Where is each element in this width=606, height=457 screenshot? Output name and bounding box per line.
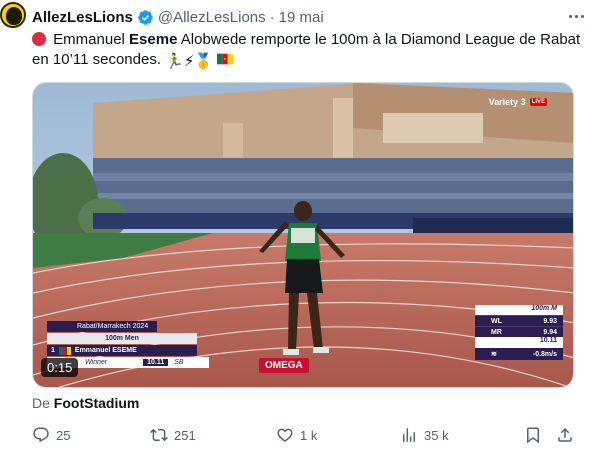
more-options-icon[interactable] (564, 8, 588, 24)
overlay-time: 10.11 (143, 359, 169, 366)
bookmark-icon (527, 427, 539, 444)
like-button[interactable]: 1 k (276, 426, 317, 444)
bookmark-button[interactable] (524, 426, 542, 444)
share-button[interactable] (556, 426, 574, 444)
sponsor-logo: OMEGA (259, 358, 309, 373)
overlay-record: SB (174, 359, 184, 366)
views-chart-icon (403, 428, 415, 442)
author-handle[interactable]: @AllezLesLions (158, 9, 266, 26)
tweet-date[interactable]: 19 mai (279, 9, 324, 26)
tweet-actions: 25 251 1 k 35 k (32, 426, 577, 446)
emoji-run-lightning-medal: 🏃‍♂️⚡🥇 (165, 53, 214, 70)
overlay-venue: Rabat/Marrakech 2024 (77, 323, 149, 330)
overlay-event: 100m Men (105, 335, 139, 342)
live-badge: LIVE (529, 98, 547, 106)
repost-count: 251 (174, 427, 196, 443)
views-count: 35 k (424, 427, 449, 443)
reply-button[interactable]: 25 (32, 426, 70, 444)
athlete-name-bold: Eseme (129, 31, 178, 48)
broadcaster-logo: Variety 3 LIVE (489, 97, 547, 107)
heart-icon (277, 428, 293, 442)
author-avatar[interactable] (0, 2, 26, 28)
broadcaster-name: Variety 3 (488, 97, 526, 107)
result-overlay-right: 100m M WL 9.93 MR 9.94 10.11 ≋ -0.8m/s (475, 305, 563, 360)
tweet-text: Emmanuel Eseme Alobwede remporte le 100m… (32, 31, 581, 70)
separator-dot: · (269, 8, 275, 26)
overlay-position: 1 (51, 347, 55, 354)
wind-icon: ≋ (491, 351, 497, 358)
overlay-right-wind: ≋ -0.8m/s (475, 348, 563, 360)
share-icon (558, 427, 572, 442)
source-link[interactable]: FootStadium (54, 395, 140, 411)
repost-button[interactable]: 251 (150, 426, 196, 444)
cameroon-flag-icon (58, 346, 71, 355)
overlay-status: Winner (85, 359, 108, 366)
overlay-right-row-mr: MR 9.94 (475, 326, 563, 337)
video-source: De FootStadium (32, 395, 140, 411)
verified-badge-icon (138, 9, 153, 25)
cameroon-flag-icon (217, 53, 234, 65)
views-button[interactable]: 35 k (400, 426, 449, 444)
reply-icon (33, 427, 49, 443)
red-circle-icon (32, 32, 46, 46)
overlay-right-result: 10.11 (475, 337, 563, 348)
video-timer: 0:15 (41, 358, 79, 377)
video-player[interactable]: Variety 3 LIVE Rabat/Marrakech 2024 100m… (32, 82, 574, 388)
overlay-right-row-wl: WL 9.93 (475, 315, 563, 326)
tweet-header: AllezLesLions @AllezLesLions · 19 mai (32, 6, 324, 28)
repost-icon (150, 428, 168, 442)
overlay-athlete: Emmanuel ESEME (74, 347, 137, 354)
like-count: 1 k (300, 427, 318, 443)
author-name[interactable]: AllezLesLions (32, 9, 133, 26)
reply-count: 25 (56, 427, 71, 443)
overlay-right-event: 100m M (475, 305, 563, 315)
